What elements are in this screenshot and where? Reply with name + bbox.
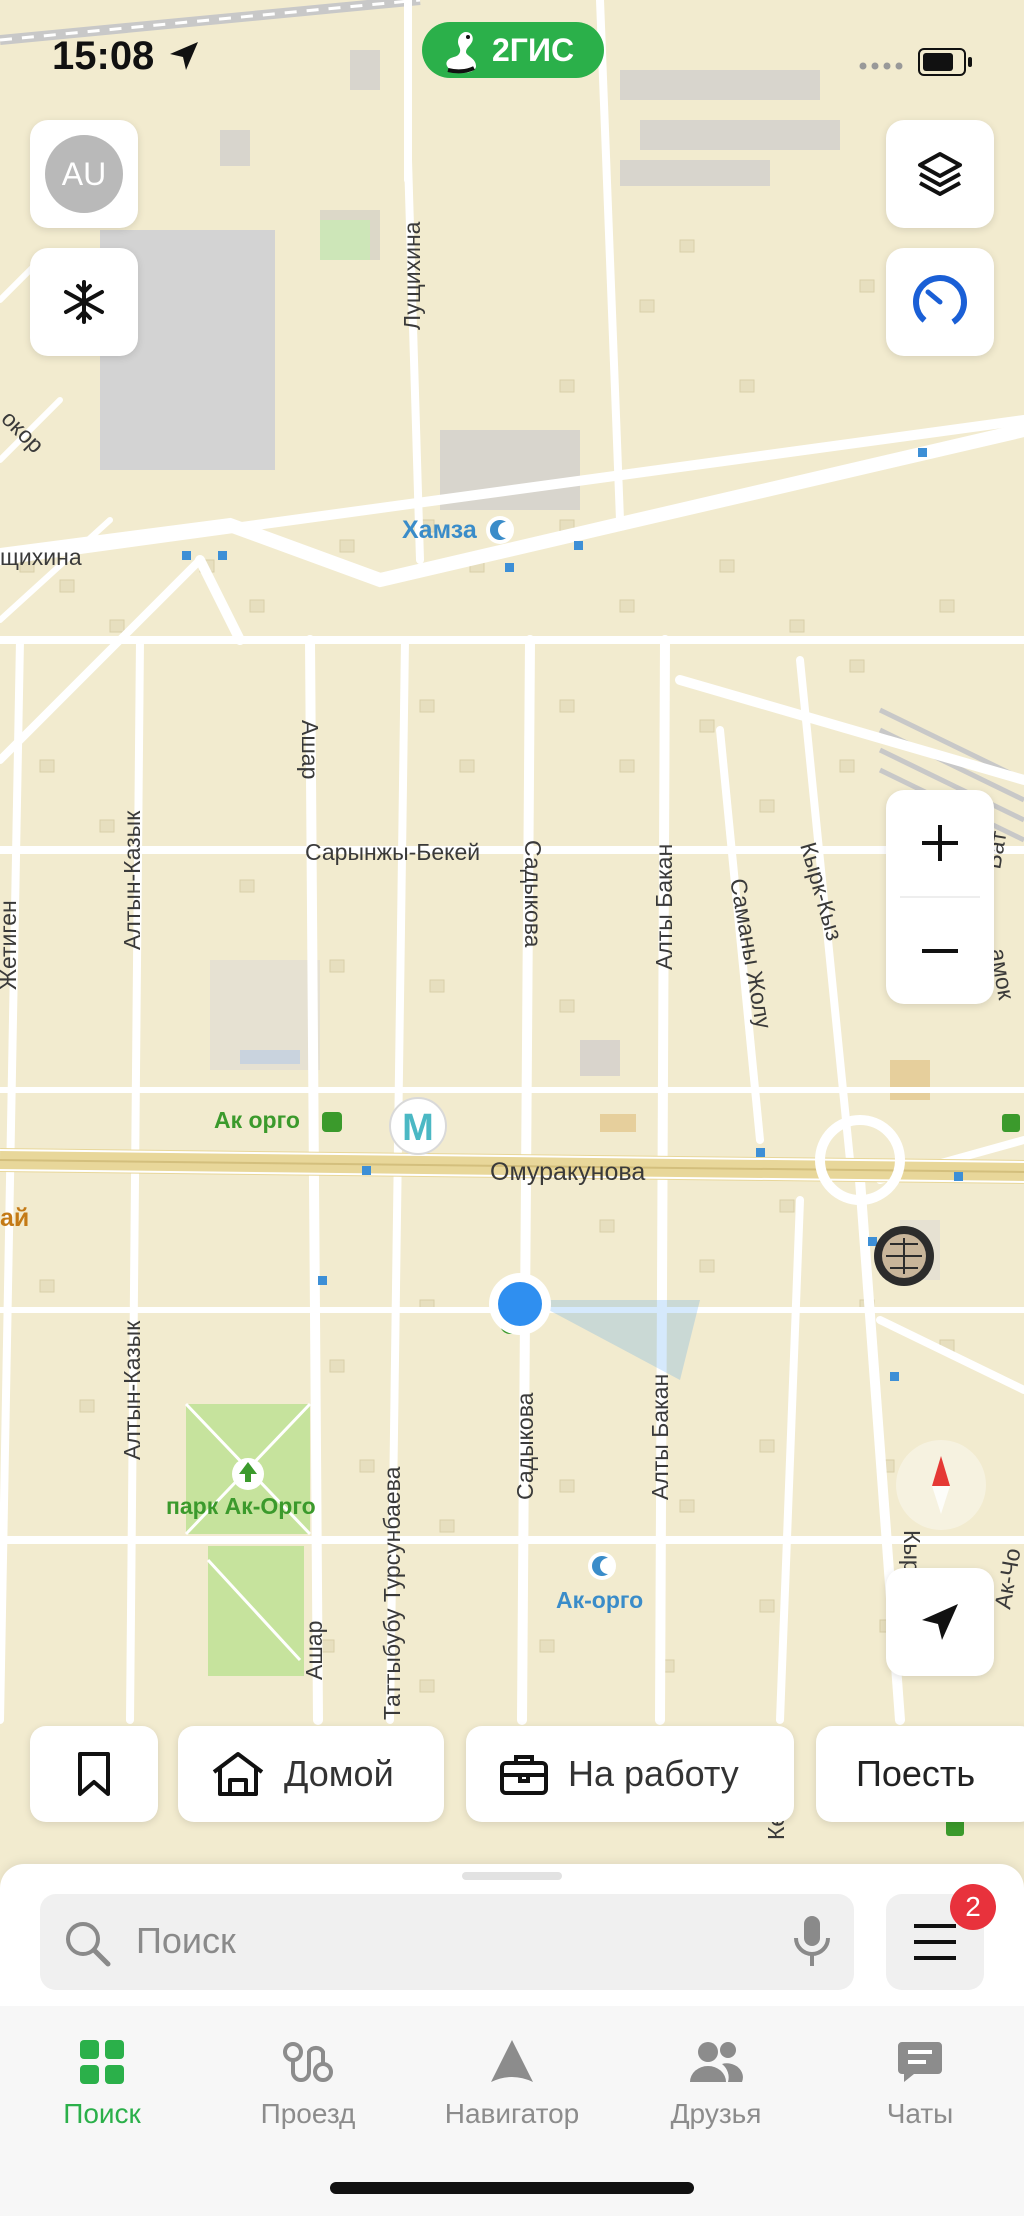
street-label: Кыр <box>899 1530 925 1573</box>
navigator-icon <box>491 2040 533 2082</box>
street-label: Сарынжы-Бекей <box>305 839 480 865</box>
poi-mosque-label: Ак-орго <box>556 1587 643 1613</box>
search-placeholder: Поиск <box>136 1920 236 1961</box>
tab-navigator-label: Навигатор <box>444 2098 580 2129</box>
poi-park-label: парк Ак-Орго <box>166 1493 316 1519</box>
street-label: Садыкова <box>520 840 546 948</box>
snowflake-icon <box>64 280 104 324</box>
layers-icon <box>918 152 962 196</box>
street-label: Алты Бакан <box>651 844 677 970</box>
chip-home[interactable]: Домой <box>178 1726 444 1822</box>
metro-station[interactable]: М <box>389 1097 447 1155</box>
metro-icon: М <box>402 1107 434 1149</box>
app-logo: 2ГИС <box>422 22 604 78</box>
search-input[interactable]: Поиск <box>40 1894 854 1990</box>
grid-icon <box>80 2040 124 2084</box>
tab-chats[interactable]: Чаты <box>830 2032 1010 2130</box>
status-bar: 15:08 2ГИС <box>0 0 1024 110</box>
poi-edge-label: ай <box>0 1204 29 1232</box>
status-time: 15:08 <box>52 34 155 78</box>
briefcase-icon <box>500 1755 548 1795</box>
route-icon <box>283 2042 333 2082</box>
tab-friends-label: Друзья <box>670 2098 762 2129</box>
avatar: AU <box>45 135 123 213</box>
chip-work[interactable]: На работу <box>466 1726 794 1822</box>
goose-icon <box>446 32 476 74</box>
street-label: Омуракунова <box>490 1158 645 1186</box>
app-logo-text: 2ГИС <box>492 32 575 68</box>
compass-icon <box>932 1456 950 1514</box>
poi-hamza-label: Хамза <box>402 516 478 544</box>
location-services-icon <box>170 42 198 70</box>
profile-button[interactable]: AU <box>30 120 138 228</box>
chip-work-label: На работу <box>568 1753 739 1794</box>
street-label: Садыкова <box>512 1392 538 1500</box>
quick-actions: Домой На работу Поесть <box>0 1726 1024 1822</box>
compass-button[interactable] <box>896 1440 986 1530</box>
speedometer-icon <box>913 275 967 329</box>
friends-icon <box>690 2042 743 2082</box>
chat-icon <box>898 2042 942 2082</box>
tab-search-label: Поиск <box>63 2098 141 2129</box>
navigation-arrow-icon <box>922 1604 958 1640</box>
minus-icon <box>922 949 958 953</box>
zoom-control <box>886 790 994 1004</box>
street-label: Жетиген <box>0 900 21 990</box>
street-label: Алтын-Казык <box>119 1320 145 1460</box>
house-icon <box>212 1752 264 1796</box>
street-label: Ашар <box>297 720 323 779</box>
bookmarks-button[interactable] <box>30 1726 158 1822</box>
bookmark-icon <box>78 1752 110 1796</box>
home-indicator <box>330 2182 694 2194</box>
plus-icon <box>922 825 958 861</box>
poi-ak-orgo-label: Ак орго <box>214 1107 300 1133</box>
layers-button[interactable] <box>886 120 994 228</box>
zoom-in-button[interactable] <box>886 790 994 896</box>
notification-badge: 2 <box>950 1884 996 1930</box>
street-label: Лущихина <box>399 221 425 330</box>
map[interactable]: Лущихина щихина окор Ашар Сарынжы-Бекей … <box>0 0 1024 1870</box>
signal-icon <box>859 62 903 70</box>
street-label: щихина <box>0 544 82 570</box>
battery-icon <box>918 48 972 76</box>
tab-route-label: Проезд <box>260 2098 356 2129</box>
poi-round-marker[interactable] <box>874 1226 934 1286</box>
street-label: Алтын-Казык <box>119 810 145 950</box>
search-icon <box>66 1922 111 1967</box>
traffic-score-button[interactable] <box>886 248 994 356</box>
shop-icon <box>322 1112 342 1132</box>
tab-friends[interactable]: Друзья <box>626 2032 806 2130</box>
tab-navigator[interactable]: Навигатор <box>422 2032 602 2130</box>
street-label: Таттыбубу Турсунбаева <box>379 1466 405 1720</box>
zoom-out-button[interactable] <box>886 898 994 1004</box>
chip-eat-label: Поесть <box>856 1753 976 1794</box>
sheet-handle[interactable] <box>462 1872 562 1880</box>
tab-chats-label: Чаты <box>886 2098 954 2129</box>
street-label: Ашар <box>301 1621 327 1680</box>
weather-button[interactable] <box>30 248 138 356</box>
street-label: Алты Бакан <box>647 1374 673 1500</box>
chip-eat[interactable]: Поесть <box>816 1726 1024 1822</box>
tab-route[interactable]: Проезд <box>218 2032 398 2130</box>
tab-search[interactable]: Поиск <box>12 2032 192 2130</box>
hamburger-icon <box>914 1924 956 1960</box>
my-location-button[interactable] <box>886 1568 994 1676</box>
chip-home-label: Домой <box>284 1753 394 1794</box>
location-dot-icon <box>498 1282 542 1326</box>
microphone-icon[interactable] <box>792 1914 832 1970</box>
poi-hamza[interactable]: Хамза <box>402 516 514 544</box>
